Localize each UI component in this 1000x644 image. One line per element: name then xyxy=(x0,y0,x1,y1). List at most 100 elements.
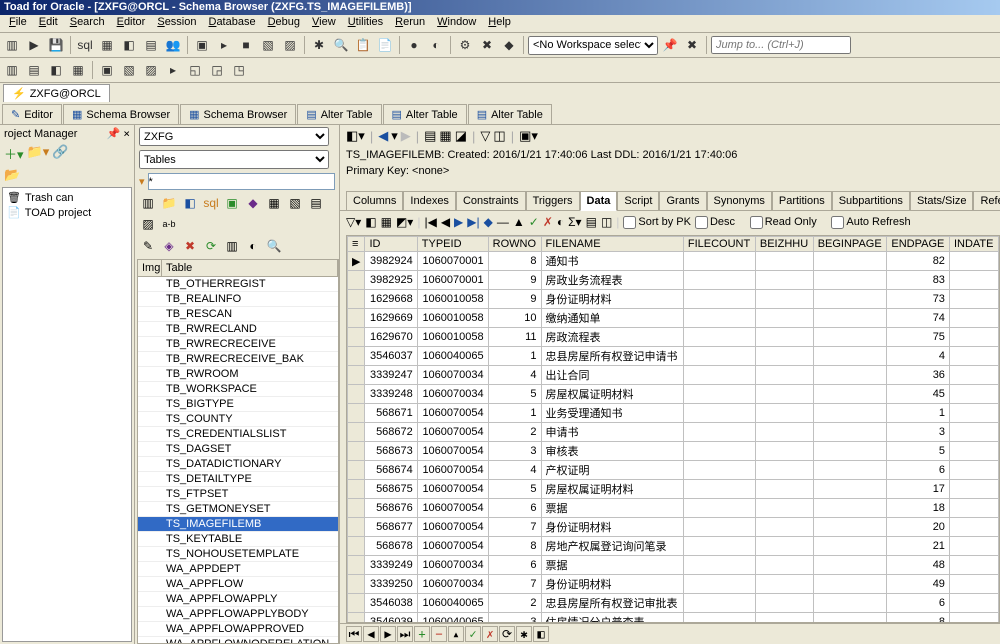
cancel-icon[interactable]: ✖ xyxy=(477,35,497,55)
data-row[interactable]: ▶398292410600700018通知书82 xyxy=(348,252,999,271)
mt-1-icon[interactable]: ▥ xyxy=(139,194,157,212)
data-row[interactable]: 398292510600700019房政业务流程表83 xyxy=(348,271,999,290)
menu-item-view[interactable]: View xyxy=(306,15,342,29)
tb2-4-icon[interactable]: ▦ xyxy=(68,60,88,80)
copy-icon[interactable]: 📄 xyxy=(375,35,395,55)
mt-b7-icon[interactable]: 🔍 xyxy=(265,237,283,255)
link-icon[interactable]: 🔗 xyxy=(52,144,68,163)
gt-2-icon[interactable]: ◧ xyxy=(365,215,376,229)
gf-bookmark-icon[interactable]: ◧ xyxy=(533,626,549,642)
detail-tab-constraints[interactable]: Constraints xyxy=(456,191,526,210)
table-row[interactable]: TB_RWROOM xyxy=(138,367,338,382)
data-row[interactable]: 1629669106001005810缴纳通知单74 xyxy=(348,309,999,328)
detail-tab-grants[interactable]: Grants xyxy=(659,191,706,210)
menu-item-session[interactable]: Session xyxy=(151,15,202,29)
detail-tab-columns[interactable]: Columns xyxy=(346,191,403,210)
stop-icon[interactable]: ■ xyxy=(236,35,256,55)
sort-by-pk-check[interactable]: Sort by PK xyxy=(623,216,691,229)
commit-icon[interactable]: ● xyxy=(404,35,424,55)
schema-select[interactable]: ZXFG xyxy=(139,127,329,146)
tb2-10-icon[interactable]: ◲ xyxy=(207,60,227,80)
menu-item-utilities[interactable]: Utilities xyxy=(342,15,389,29)
gf-last-icon[interactable]: ⏭ xyxy=(397,626,413,642)
detail-tab-partitions[interactable]: Partitions xyxy=(772,191,832,210)
gt-play-icon[interactable]: ▶ xyxy=(454,215,463,229)
doc-tab-5[interactable]: ▤Alter Table xyxy=(468,104,552,124)
data-row[interactable]: 1629670106001005811房政流程表75 xyxy=(348,328,999,347)
connection-tab[interactable]: ⚡ ZXFG@ORCL xyxy=(3,84,110,102)
save-icon[interactable]: 💾 xyxy=(46,35,66,55)
table-row[interactable]: WA_APPFLOWNODERELATION xyxy=(138,637,338,644)
tb2-7-icon[interactable]: ▨ xyxy=(141,60,161,80)
gf-next-icon[interactable]: ▶ xyxy=(380,626,396,642)
new-icon[interactable]: ▥ xyxy=(2,35,22,55)
col-header[interactable]: BEGINPAGE xyxy=(813,237,887,252)
rt-funnel-icon[interactable]: ▽ xyxy=(480,128,490,144)
col-img[interactable]: Img xyxy=(138,260,162,276)
thing2-icon[interactable]: ▨ xyxy=(280,35,300,55)
session-icon[interactable]: ◧ xyxy=(119,35,139,55)
gt-10-icon[interactable]: ▤ xyxy=(586,215,597,229)
tb2-5-icon[interactable]: ▣ xyxy=(97,60,117,80)
table-row[interactable]: WA_APPFLOWAPPROVED xyxy=(138,622,338,637)
wand-icon[interactable]: ⚙ xyxy=(455,35,475,55)
tb2-8-icon[interactable]: ▸ xyxy=(163,60,183,80)
gf-refresh-icon[interactable]: ⟳ xyxy=(499,626,515,642)
menu-item-window[interactable]: Window xyxy=(431,15,482,29)
table-row[interactable]: WA_APPFLOWAPPLYBODY xyxy=(138,607,338,622)
object-type-select[interactable]: Tables xyxy=(139,150,329,169)
table-row[interactable]: WA_APPFLOW xyxy=(138,577,338,592)
auto-refresh-check[interactable]: Auto Refresh xyxy=(831,216,910,229)
detail-tab-subpartitions[interactable]: Subpartitions xyxy=(832,191,910,210)
tb2-11-icon[interactable]: ◳ xyxy=(229,60,249,80)
detail-tab-indexes[interactable]: Indexes xyxy=(403,191,456,210)
gf-first-icon[interactable]: ⏮ xyxy=(346,626,362,642)
find-icon[interactable]: 🔍 xyxy=(331,35,351,55)
table-row[interactable]: TS_BIGTYPE xyxy=(138,397,338,412)
gt-5-icon[interactable]: ◆ xyxy=(484,215,493,229)
doc-tab-2[interactable]: ▦Schema Browser xyxy=(180,104,296,124)
rt-9-icon[interactable]: ▣▾ xyxy=(519,128,538,144)
add-icon[interactable]: ＋▾ xyxy=(4,144,24,163)
mt-sql-icon[interactable]: sql xyxy=(202,194,220,212)
data-row[interactable]: 333924710600700344出让合同36 xyxy=(348,366,999,385)
data-row[interactable]: 56867210600700542申请书3 xyxy=(348,423,999,442)
col-header[interactable]: ENDPAGE xyxy=(887,237,950,252)
table-row[interactable]: TS_DAGSET xyxy=(138,442,338,457)
mt-b4-icon[interactable]: ⟳ xyxy=(202,237,220,255)
rt-6-icon[interactable]: ◪ xyxy=(455,128,467,144)
gt-first-icon[interactable]: |◀ xyxy=(424,215,436,229)
table-row[interactable]: TB_REALINFO xyxy=(138,292,338,307)
table-row[interactable]: TS_KEYTABLE xyxy=(138,532,338,547)
gt-6-icon[interactable]: — xyxy=(497,215,509,229)
gf-prev-icon[interactable]: ◀ xyxy=(363,626,379,642)
schema-icon[interactable]: ▤ xyxy=(141,35,161,55)
menu-item-database[interactable]: Database xyxy=(202,15,261,29)
mt-3-icon[interactable]: ◧ xyxy=(181,194,199,212)
mt-9-icon[interactable]: ▤ xyxy=(307,194,325,212)
rt-1-icon[interactable]: ◧▾ xyxy=(346,128,365,144)
detail-tab-triggers[interactable]: Triggers xyxy=(526,191,580,210)
menu-item-debug[interactable]: Debug xyxy=(262,15,306,29)
table-row[interactable]: TS_DETAILTYPE xyxy=(138,472,338,487)
menu-item-rerun[interactable]: Rerun xyxy=(389,15,431,29)
mt-6-icon[interactable]: ◆ xyxy=(244,194,262,212)
gt-check-icon[interactable]: ✓ xyxy=(529,215,539,229)
table-row[interactable]: WA_APPDEPT xyxy=(138,562,338,577)
detail-tab-data[interactable]: Data xyxy=(580,191,618,211)
col-table[interactable]: Table xyxy=(162,260,338,276)
gt-funnel-icon[interactable]: ▽▾ xyxy=(346,215,361,229)
table-row[interactable]: WA_APPFLOWAPPLY xyxy=(138,592,338,607)
gt-last-icon[interactable]: ▶| xyxy=(467,215,479,229)
col-header[interactable]: ID xyxy=(365,237,417,252)
tb2-2-icon[interactable]: ▤ xyxy=(24,60,44,80)
mt-ab-icon[interactable]: a-b xyxy=(160,215,178,233)
data-row[interactable]: 56867410600700544产权证明6 xyxy=(348,461,999,480)
project-tree-item[interactable]: 🗑Trash can xyxy=(5,190,129,205)
history-icon[interactable]: ▾ xyxy=(391,128,398,144)
gt-11-icon[interactable]: ◫ xyxy=(601,215,612,229)
rt-5-icon[interactable]: ▦ xyxy=(439,128,451,144)
project-tree-item[interactable]: 📄TOAD project xyxy=(5,205,129,220)
gf-cancel-icon[interactable]: ✗ xyxy=(482,626,498,642)
col-header[interactable]: INDATE xyxy=(949,237,998,252)
